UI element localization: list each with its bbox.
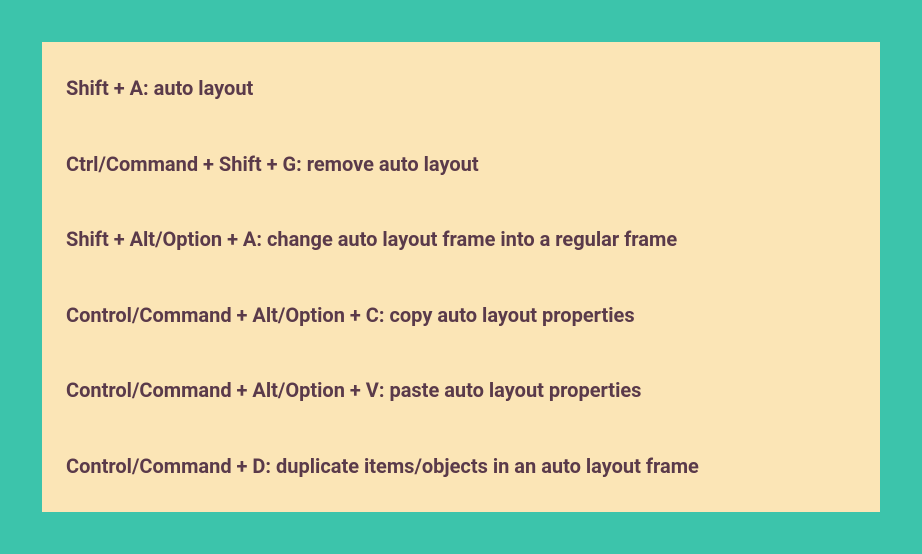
shortcuts-card: Shift + A: auto layout Ctrl/Command + Sh… — [42, 42, 880, 512]
shortcut-item: Control/Command + Alt/Option + V: paste … — [66, 376, 856, 404]
shortcut-item: Control/Command + Alt/Option + C: copy a… — [66, 301, 856, 329]
shortcut-item: Shift + A: auto layout — [66, 74, 856, 102]
shortcut-item: Ctrl/Command + Shift + G: remove auto la… — [66, 150, 856, 178]
shortcut-item: Control/Command + D: duplicate items/obj… — [66, 452, 856, 480]
shortcut-item: Shift + Alt/Option + A: change auto layo… — [66, 225, 856, 253]
